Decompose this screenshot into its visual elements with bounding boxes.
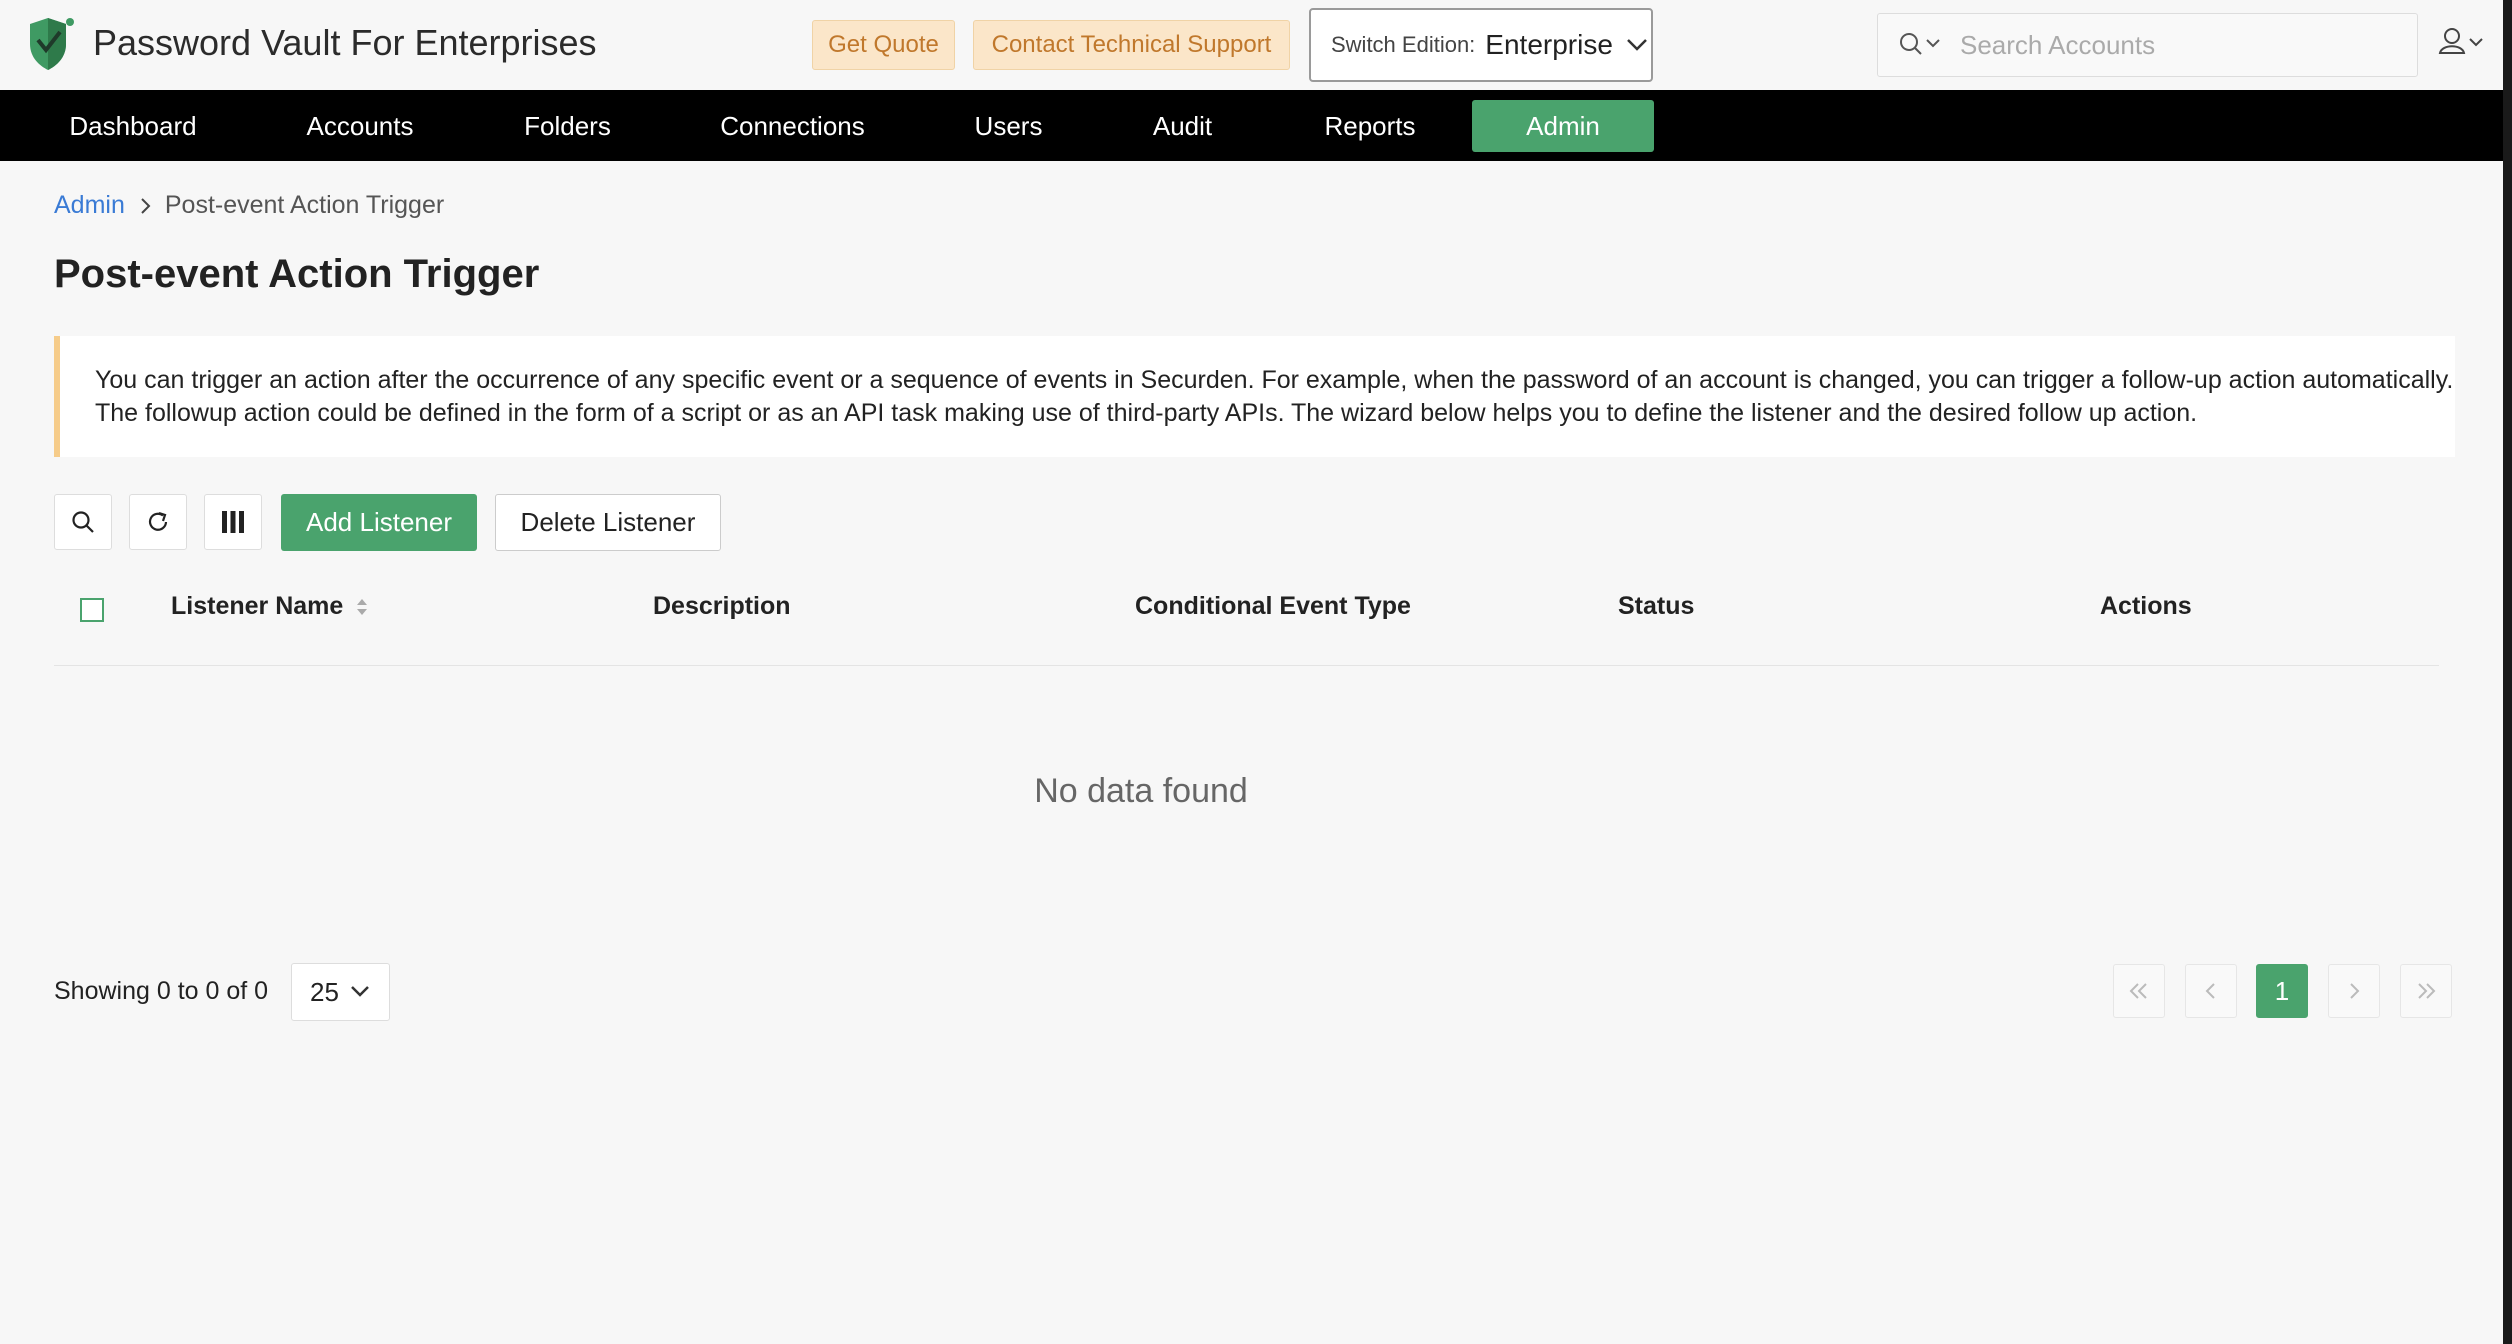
chevron-down-icon xyxy=(351,986,369,997)
column-header-status: Status xyxy=(1618,592,1695,620)
columns-button[interactable] xyxy=(204,494,262,550)
shield-logo-icon[interactable] xyxy=(26,16,78,74)
search-icon xyxy=(72,511,94,533)
nav-audit[interactable]: Audit xyxy=(1125,100,1240,152)
sort-icon xyxy=(357,598,368,615)
page-title: Post-event Action Trigger xyxy=(54,252,540,296)
breadcrumb-admin-link[interactable]: Admin xyxy=(54,191,125,220)
nav-accounts[interactable]: Accounts xyxy=(280,100,440,152)
breadcrumb-current: Post-event Action Trigger xyxy=(164,191,445,219)
refresh-icon xyxy=(148,511,168,531)
next-page-button[interactable] xyxy=(2328,964,2380,1018)
nav-folders[interactable]: Folders xyxy=(500,100,635,152)
search-input[interactable] xyxy=(1960,29,2400,61)
columns-icon xyxy=(222,511,244,533)
page-size-select[interactable]: 25 xyxy=(291,963,390,1021)
refresh-button[interactable] xyxy=(129,494,187,550)
user-icon xyxy=(2438,28,2483,54)
column-header-actions: Actions xyxy=(2100,592,2192,620)
contact-support-button[interactable]: Contact Technical Support xyxy=(973,20,1290,70)
window-edge xyxy=(2503,0,2512,1344)
app-title: Password Vault For Enterprises xyxy=(93,22,597,63)
select-all-checkbox[interactable] xyxy=(80,598,104,622)
showing-count: Showing 0 to 0 of 0 xyxy=(54,977,269,1005)
page-size-value: 25 xyxy=(310,976,339,1007)
delete-listener-button[interactable]: Delete Listener xyxy=(495,494,721,551)
double-chevron-right-icon xyxy=(2418,983,2436,999)
edition-label: Switch Edition: xyxy=(1331,32,1476,57)
last-page-button[interactable] xyxy=(2400,964,2452,1018)
column-header-conditional-event-type: Conditional Event Type xyxy=(1135,592,1411,620)
get-quote-button[interactable]: Get Quote xyxy=(812,20,955,70)
prev-page-button[interactable] xyxy=(2185,964,2237,1018)
double-chevron-left-icon xyxy=(2129,983,2147,999)
column-label: Listener Name xyxy=(171,592,344,620)
column-header-listener-name[interactable]: Listener Name xyxy=(171,592,373,621)
page-1-button[interactable]: 1 xyxy=(2256,964,2308,1018)
first-page-button[interactable] xyxy=(2113,964,2165,1018)
nav-connections[interactable]: Connections xyxy=(700,100,885,152)
breadcrumb: Admin Post-event Action Trigger xyxy=(54,191,444,220)
nav-dashboard[interactable]: Dashboard xyxy=(40,100,226,152)
empty-table-message: No data found xyxy=(1034,772,1248,810)
table-header: Listener Name Description Conditional Ev… xyxy=(54,580,2439,666)
user-menu[interactable] xyxy=(2438,26,2488,58)
nav-users[interactable]: Users xyxy=(950,100,1067,152)
switch-edition-dropdown[interactable]: Switch Edition: Enterprise xyxy=(1309,8,1653,82)
chevron-left-icon xyxy=(2205,983,2215,999)
add-listener-button[interactable]: Add Listener xyxy=(281,494,477,551)
search-filter-icon[interactable] xyxy=(1898,31,1942,59)
search-box xyxy=(1877,13,2418,77)
main-nav: Dashboard Accounts Folders Connections U… xyxy=(0,90,2512,161)
chevron-right-icon xyxy=(141,197,151,214)
edition-value: Enterprise xyxy=(1485,29,1613,60)
nav-reports[interactable]: Reports xyxy=(1300,100,1440,152)
chevron-right-icon xyxy=(2350,983,2360,999)
nav-admin[interactable]: Admin xyxy=(1472,100,1654,152)
search-button[interactable] xyxy=(54,494,112,550)
info-banner: You can trigger an action after the occu… xyxy=(54,336,2455,457)
chevron-down-icon xyxy=(1627,39,1647,51)
column-header-description: Description xyxy=(653,592,791,620)
top-header: Password Vault For Enterprises Get Quote… xyxy=(0,0,2512,90)
